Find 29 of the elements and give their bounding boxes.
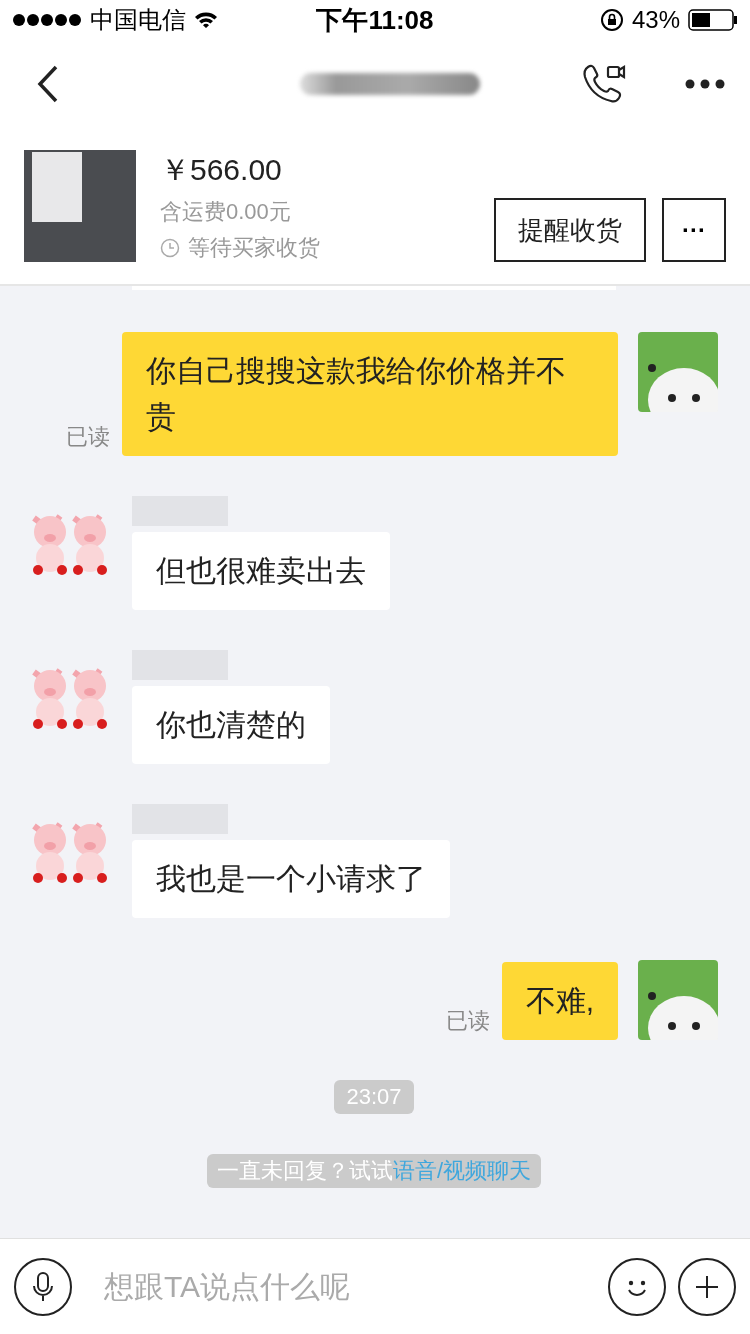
- message-bubble: 你也清楚的: [132, 686, 330, 764]
- rotation-lock-icon: [599, 8, 624, 32]
- status-time: 下午11:08: [316, 3, 434, 37]
- more-button[interactable]: ···: [662, 198, 726, 262]
- avatar-icon: [638, 332, 718, 412]
- carrier-name: 中国电信: [90, 5, 186, 35]
- microphone-icon: [31, 1270, 55, 1303]
- remind-receipt-button[interactable]: 提醒收货: [494, 198, 646, 262]
- read-receipt: 已读: [445, 1007, 490, 1035]
- battery-icon: [688, 9, 738, 31]
- product-photo-placeholder[interactable]: [24, 150, 136, 262]
- message-bubble: 你自己搜搜这款我给你价格并不贵: [122, 332, 618, 456]
- microphone-button[interactable]: [14, 1257, 72, 1316]
- read-receipt: 已读: [66, 423, 110, 451]
- more-icon[interactable]: [684, 78, 726, 90]
- wifi-icon: [194, 11, 218, 29]
- signal-icon: [12, 13, 82, 27]
- avatar-icon: [638, 960, 718, 1040]
- order-status: 等待买家收货: [188, 233, 320, 262]
- shipping-fee: 含运费0.00元: [160, 197, 292, 226]
- product-price: ￥566.00: [160, 151, 283, 188]
- message-bubble: 我也是一个小请求了: [132, 840, 450, 918]
- back-button[interactable]: [36, 64, 60, 104]
- battery-percent: 43%: [631, 6, 680, 34]
- emoji-button[interactable]: [608, 1257, 666, 1316]
- message-bubble: 但也很难卖出去: [132, 532, 390, 610]
- add-button[interactable]: [678, 1257, 736, 1316]
- clock-icon: [160, 237, 180, 258]
- message-bubble: 不难,: [501, 962, 618, 1040]
